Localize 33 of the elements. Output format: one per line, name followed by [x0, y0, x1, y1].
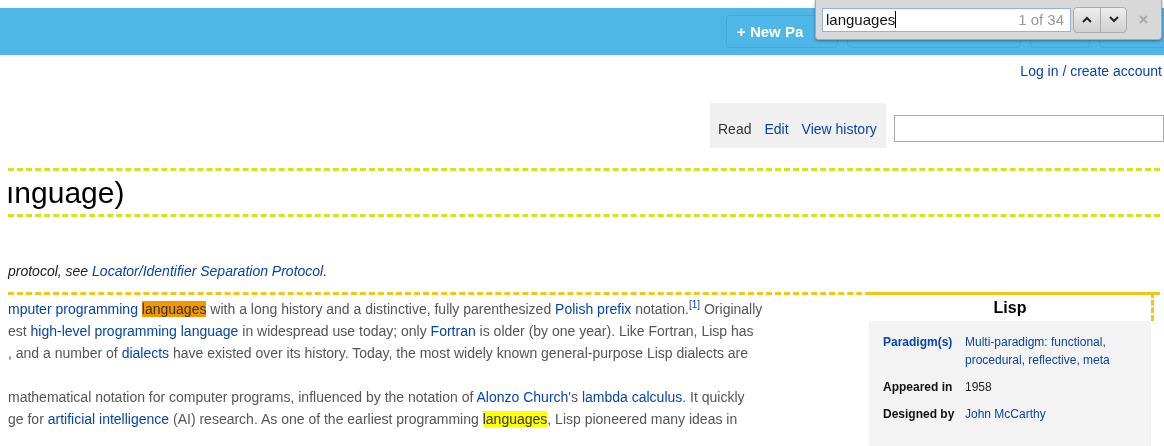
match-count: 1 of 34 [1018, 11, 1064, 28]
chevron-up-icon [1082, 16, 1092, 23]
infobox-label: Appeared in [883, 379, 954, 396]
paragraph-line: , and a number of dialects have existed over its history. Today, the most widely known general-purpose Lisp dialects are [8, 345, 749, 361]
infobox-value: 1958 [965, 379, 993, 396]
view-tab[interactable]: Edit [764, 120, 789, 137]
reference-link[interactable]: [1] [688, 299, 701, 311]
find-field[interactable]: languages 1 of 34 [822, 7, 1071, 32]
text-link[interactable]: high-level programming language [30, 323, 239, 339]
paragraph-line: ge for artificial intelligence (AI) research. As one of the earliest programming languages, Lisp pioneered many ideas in [8, 411, 738, 427]
text-link[interactable]: Fortran [430, 323, 476, 339]
view-tab[interactable]: Read [718, 120, 752, 137]
view-tab[interactable]: View history [801, 120, 877, 137]
text-link[interactable]: Alonzo Church [476, 389, 569, 405]
paragraph-line: est high-level programming language in widespread use today; only Fortran is older (by one year). Like Fortran, Lisp has [8, 323, 754, 339]
search-field[interactable] [893, 115, 1164, 142]
text-link[interactable]: Polish prefix [555, 301, 632, 317]
infobox-value[interactable]: Multi-paradigm: functional, procedural, reflective, meta [965, 333, 1143, 369]
paragraph-line: mputer programming languages with a long history and a distinctive, fully parenthesized Polish prefix notation.$^{[1]}$ Originally [8, 301, 763, 317]
text-link[interactable]: artificial intelligence [47, 411, 170, 427]
login-link[interactable]: Log in / create account [1020, 63, 1162, 83]
text-link[interactable]: mputer programming [8, 301, 142, 317]
hatnote: protocol, see Locator/Identifier Separation Protocol. [8, 263, 328, 279]
current-search-match: languages [141, 301, 207, 317]
page-title: ınguage) [8, 175, 125, 210]
paragraph-line: mathematical notation for computer programs, influenced by the notation of Alonzo Church's lambda calculus. It quickly [8, 389, 745, 405]
infobox-value[interactable]: John McCarthy [965, 405, 1143, 423]
chevron-down-icon [1108, 16, 1119, 23]
infobox-label[interactable]: Paradigm(s) [883, 333, 965, 351]
infobox-label: Designed by [883, 406, 956, 423]
text-link[interactable]: dialects [121, 345, 170, 361]
text-link[interactable]: Locator/Identifier Separation Protocol [92, 263, 324, 279]
infobox-title: Lisp [993, 299, 1027, 316]
